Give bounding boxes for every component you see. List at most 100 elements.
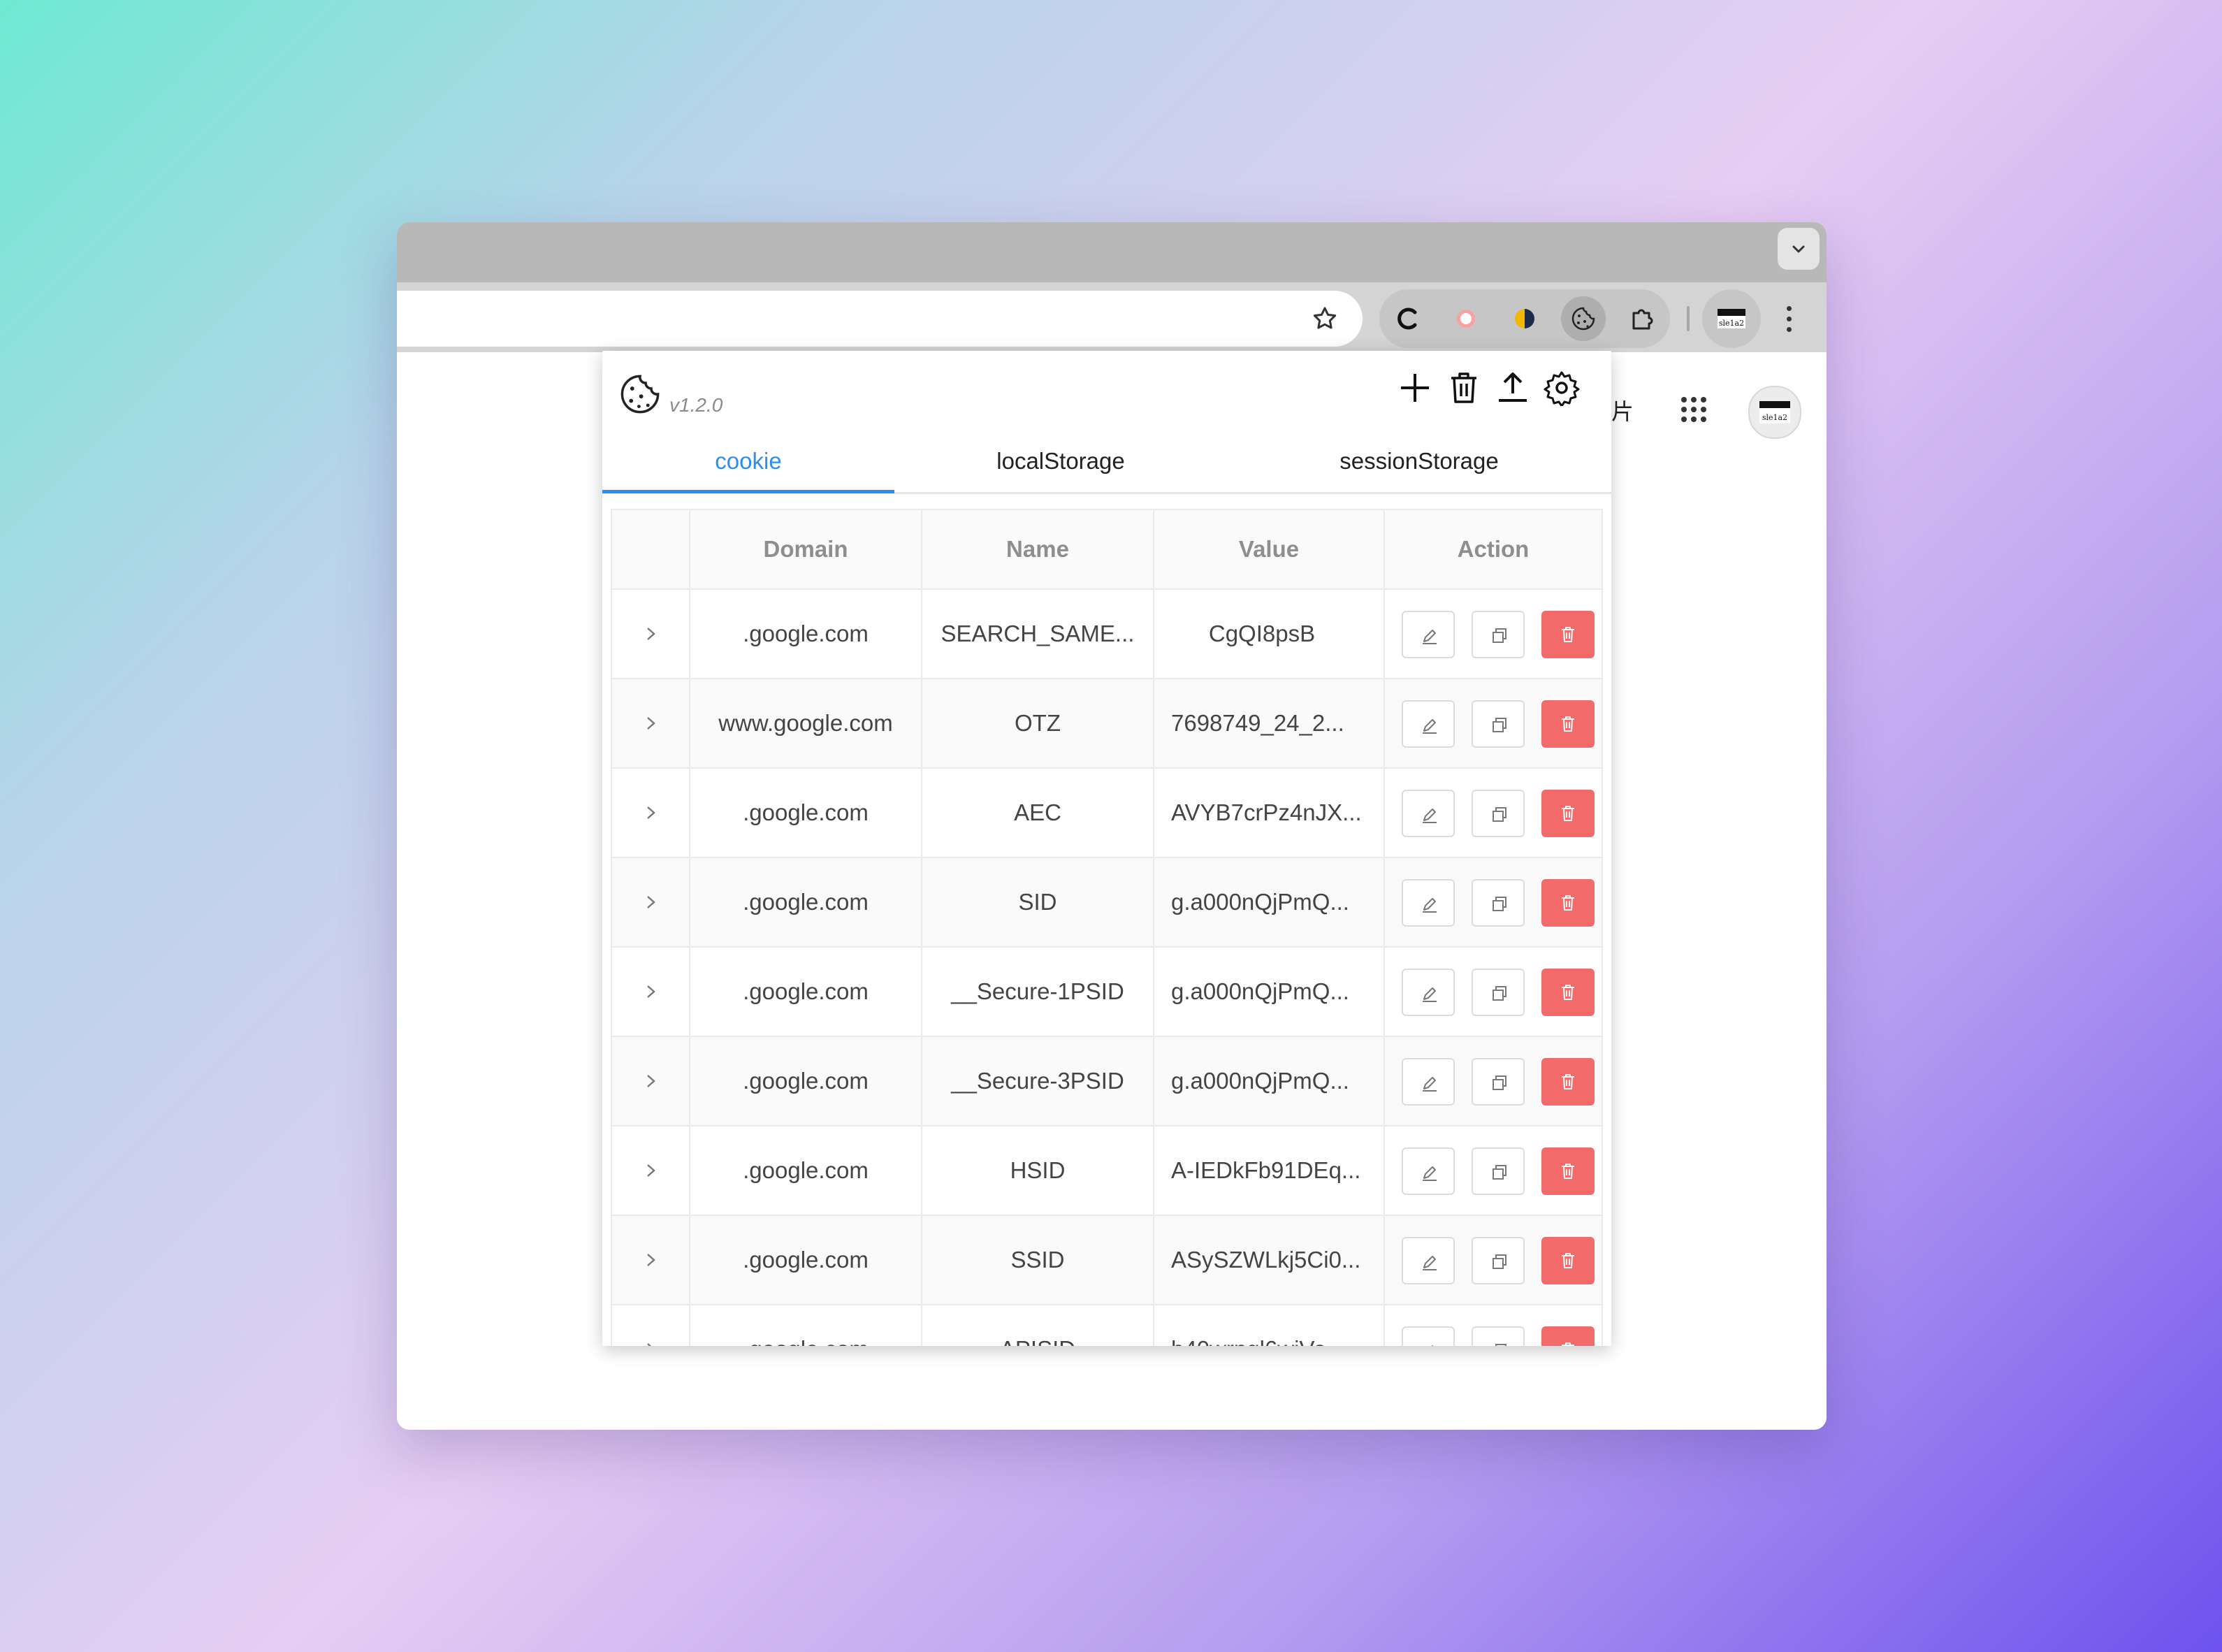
cookie-extension-icon — [1571, 307, 1595, 331]
tab-localstorage[interactable]: localStorage — [894, 430, 1227, 492]
cookie-logo-icon — [620, 375, 660, 414]
delete-icon — [1562, 1074, 1574, 1089]
expand-row-button[interactable] — [611, 1305, 690, 1346]
table-row: .google.com __Secure-3PSID g.a000nQjPmQ... — [611, 1037, 1603, 1126]
header-domain: Domain — [690, 510, 922, 588]
chevron-right-icon — [647, 1343, 652, 1346]
cookie-domain: www.google.com — [690, 679, 922, 767]
table-row: .google.com SSID ASySZWLkj5Ci0... — [611, 1216, 1603, 1305]
cookie-domain: .google.com — [690, 948, 922, 1036]
address-bar[interactable] — [397, 291, 1363, 347]
row-actions — [1385, 1305, 1603, 1346]
tab-sessionstorage[interactable]: sessionStorage — [1227, 430, 1611, 492]
edit-icon — [1423, 809, 1437, 823]
delete-button[interactable] — [1541, 879, 1595, 927]
delete-button[interactable] — [1541, 611, 1595, 658]
delete-icon — [1562, 1342, 1574, 1346]
copy-button[interactable] — [1472, 1147, 1525, 1195]
edit-button[interactable] — [1402, 1147, 1455, 1195]
cookie-value: A-IEDkFb91DEq... — [1154, 1126, 1385, 1215]
add-icon — [1401, 374, 1429, 402]
table-header: Domain Name Value Action — [611, 509, 1603, 590]
delete-button[interactable] — [1541, 1147, 1595, 1195]
page-partial-text[interactable]: 片 — [1611, 394, 1634, 426]
clear-all-button[interactable] — [1442, 366, 1486, 410]
copy-button[interactable] — [1472, 879, 1525, 927]
row-actions — [1385, 1216, 1603, 1304]
edit-icon — [1423, 630, 1437, 644]
delete-button[interactable] — [1541, 1326, 1595, 1346]
table-body: .google.com SEARCH_SAME... CgQI8psB www.goo… — [611, 590, 1603, 1346]
edit-button[interactable] — [1402, 1058, 1455, 1106]
header-action: Action — [1385, 510, 1603, 588]
expand-row-button[interactable] — [611, 1126, 690, 1215]
edit-icon — [1431, 1345, 1434, 1346]
copy-button[interactable] — [1472, 700, 1525, 748]
copy-button[interactable] — [1472, 1237, 1525, 1284]
export-button[interactable] — [1491, 366, 1534, 410]
cookie-domain: .google.com — [690, 769, 922, 857]
delete-button[interactable] — [1541, 1058, 1595, 1106]
edit-button[interactable] — [1402, 790, 1455, 837]
edit-button[interactable] — [1402, 611, 1455, 658]
tab-search-button[interactable] — [1778, 228, 1820, 270]
trash-icon — [1451, 372, 1476, 403]
delete-icon — [1562, 1164, 1574, 1179]
extensions-menu-button[interactable] — [1620, 296, 1664, 341]
table-row: .google.com __Secure-1PSID g.a000nQjPmQ... — [611, 948, 1603, 1037]
add-cookie-button[interactable] — [1393, 366, 1437, 410]
table-row: www.google.com OTZ 7698749_24_2... — [611, 679, 1603, 769]
delete-icon — [1562, 895, 1574, 911]
active-tab-indicator — [602, 490, 894, 493]
apps-grid-icon[interactable] — [1680, 396, 1708, 423]
delete-button[interactable] — [1541, 790, 1595, 837]
browser-menu-button[interactable] — [1775, 298, 1803, 340]
edit-button[interactable] — [1402, 969, 1455, 1016]
table-row: .google.comAPISIDb40wrpgl6wiVo... — [611, 1305, 1603, 1346]
cookie-extension-button[interactable] — [1561, 296, 1606, 341]
expand-row-button[interactable] — [611, 679, 690, 767]
expand-row-button[interactable] — [611, 1216, 690, 1304]
copy-button[interactable] — [1472, 969, 1525, 1016]
dark-mode-extension-button[interactable] — [1502, 296, 1547, 341]
copy-button[interactable] — [1472, 611, 1525, 658]
cookie-value: ASySZWLkj5Ci0... — [1154, 1216, 1385, 1304]
delete-button[interactable] — [1541, 969, 1595, 1016]
copy-icon — [1493, 628, 1506, 643]
profile-button[interactable]: sle1a2 — [1702, 289, 1761, 348]
svg-text:sle1a2: sle1a2 — [1719, 319, 1744, 328]
settings-button[interactable] — [1540, 366, 1583, 410]
header-name: Name — [922, 510, 1154, 588]
edit-button[interactable] — [1402, 879, 1455, 927]
copy-icon — [1495, 1344, 1506, 1346]
bookmark-star-icon[interactable] — [1311, 305, 1339, 333]
expand-row-button[interactable] — [611, 590, 690, 678]
edit-icon — [1423, 898, 1437, 913]
google-account-avatar[interactable]: sle1a2 — [1748, 386, 1801, 439]
copy-button[interactable] — [1472, 790, 1525, 837]
edit-button[interactable] — [1402, 1237, 1455, 1284]
expand-row-button[interactable] — [611, 858, 690, 946]
edit-button[interactable] — [1402, 1326, 1455, 1346]
record-extension-button[interactable] — [1444, 296, 1488, 341]
cookie-table: Domain Name Value Action .google.com SEAR… — [611, 509, 1603, 1346]
expand-row-button[interactable] — [611, 1037, 690, 1125]
extensions-group — [1379, 289, 1670, 348]
c-extension-icon — [1397, 307, 1417, 330]
copy-icon — [1493, 1075, 1506, 1090]
edit-icon — [1423, 1077, 1437, 1092]
edit-button[interactable] — [1402, 700, 1455, 748]
row-actions — [1385, 858, 1603, 946]
delete-button[interactable] — [1541, 1237, 1595, 1284]
gear-icon — [1544, 371, 1580, 406]
expand-row-button[interactable] — [611, 948, 690, 1036]
delete-button[interactable] — [1541, 700, 1595, 748]
cookie-value: b40wrpgl6wiVo... — [1154, 1305, 1385, 1346]
c-extension-button[interactable] — [1385, 296, 1430, 341]
cookie-domain: .google.com — [690, 1037, 922, 1125]
copy-button[interactable] — [1472, 1058, 1525, 1106]
row-actions — [1385, 679, 1603, 767]
expand-row-button[interactable] — [611, 769, 690, 857]
copy-button[interactable] — [1472, 1326, 1525, 1346]
tab-cookie[interactable]: cookie — [602, 430, 894, 492]
